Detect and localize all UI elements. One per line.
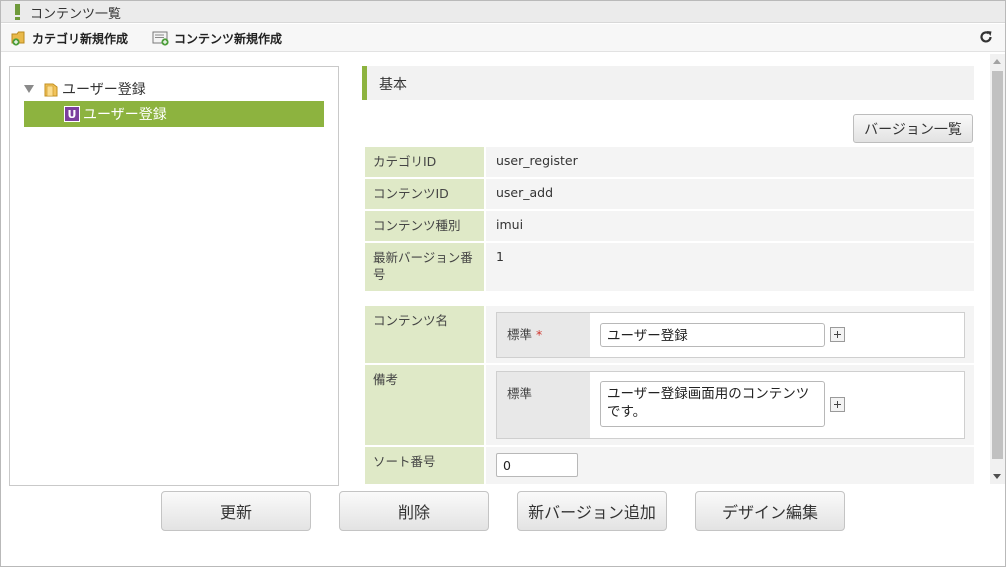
tree-child-node-selected[interactable]: U ユーザー登録	[24, 101, 324, 127]
remarks-row: 備考 標準 ユーザー登録画面用のコンテンツです。	[365, 365, 974, 445]
remarks-label: 備考	[365, 365, 484, 445]
title-bar: コンテンツ一覧	[1, 1, 1005, 23]
toolbar: カテゴリ新規作成 コンテンツ新規作成	[1, 24, 1005, 52]
scroll-down-arrow-icon[interactable]	[993, 474, 1001, 479]
content-type-value: imui	[486, 211, 974, 241]
new-category-label: カテゴリ新規作成	[32, 31, 129, 46]
refresh-icon[interactable]	[979, 30, 993, 44]
category-id-label: カテゴリID	[365, 147, 484, 177]
tree-child-label: ユーザー登録	[83, 107, 167, 123]
content-name-locale-label: 標準 *	[497, 313, 590, 357]
remarks-value-cell: 標準 ユーザー登録画面用のコンテンツです。	[486, 365, 974, 445]
tree-root-label: ユーザー登録	[62, 82, 146, 98]
sort-order-row: ソート番号 0	[365, 447, 974, 484]
document-add-icon	[152, 31, 169, 46]
content-type-label: コンテンツ種別	[365, 211, 484, 241]
content-name-row: コンテンツ名 標準 * ユーザー登録	[365, 306, 974, 363]
category-id-value: user_register	[486, 147, 974, 177]
remarks-locale-label: 標準	[497, 372, 590, 438]
version-list-button[interactable]: バージョン一覧	[853, 114, 973, 143]
category-id-row: カテゴリID user_register	[365, 147, 974, 177]
latest-version-label: 最新バージョン番号	[365, 243, 484, 291]
title-mark-icon	[15, 4, 20, 20]
content-type-row: コンテンツ種別 imui	[365, 211, 974, 241]
required-mark: *	[536, 327, 543, 342]
remarks-locale-box: 標準 ユーザー登録画面用のコンテンツです。	[496, 371, 965, 439]
content-u-icon: U	[64, 106, 80, 122]
category-tree: ユーザー登録 U ユーザー登録	[9, 66, 339, 486]
latest-version-value: 1	[486, 243, 974, 291]
new-content-button[interactable]: コンテンツ新規作成	[152, 29, 282, 47]
new-category-button[interactable]: カテゴリ新規作成	[11, 29, 128, 47]
update-button[interactable]: 更新	[161, 491, 311, 531]
sort-order-input[interactable]: 0	[496, 453, 578, 477]
scroll-up-arrow-icon[interactable]	[993, 59, 1001, 64]
add-locale-remarks-icon[interactable]	[830, 397, 845, 412]
folder-icon	[44, 83, 58, 96]
folder-add-icon	[11, 31, 25, 46]
design-edit-button[interactable]: デザイン編集	[695, 491, 845, 531]
window-title: コンテンツ一覧	[30, 7, 122, 22]
content-name-locale-box: 標準 * ユーザー登録	[496, 312, 965, 358]
remarks-textarea[interactable]: ユーザー登録画面用のコンテンツです。	[600, 381, 825, 427]
add-locale-content-name-icon[interactable]	[830, 327, 845, 342]
expand-triangle-icon[interactable]	[24, 85, 36, 93]
latest-version-row: 最新バージョン番号 1	[365, 243, 974, 291]
content-name-value-cell: 標準 * ユーザー登録	[486, 306, 974, 363]
new-content-label: コンテンツ新規作成	[174, 31, 283, 46]
add-version-button[interactable]: 新バージョン追加	[517, 491, 667, 531]
scroll-thumb[interactable]	[992, 71, 1003, 459]
content-id-value: user_add	[486, 179, 974, 209]
sort-order-label: ソート番号	[365, 447, 484, 484]
section-title: 基本	[379, 77, 407, 93]
locale-standard-label: 標準	[507, 327, 533, 342]
tree-root-node[interactable]: ユーザー登録	[24, 79, 146, 99]
section-header: 基本	[362, 66, 974, 100]
delete-button[interactable]: 削除	[339, 491, 489, 531]
content-id-label: コンテンツID	[365, 179, 484, 209]
detail-scrollbar[interactable]	[990, 54, 1005, 484]
content-name-input[interactable]: ユーザー登録	[600, 323, 825, 347]
content-id-row: コンテンツID user_add	[365, 179, 974, 209]
content-name-label: コンテンツ名	[365, 306, 484, 363]
sort-order-value-cell: 0	[486, 447, 974, 484]
